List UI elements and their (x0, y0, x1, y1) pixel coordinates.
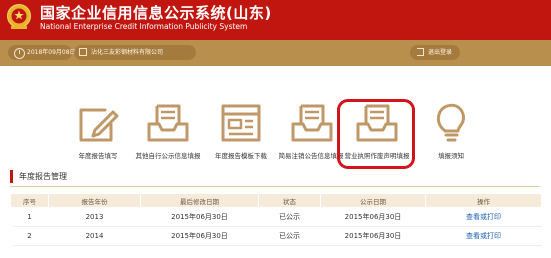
row-index: 2 (10, 226, 49, 246)
tile-other-disclosure[interactable] (145, 100, 191, 146)
report-year: 2013 (48, 207, 141, 227)
column-header: 操作 (425, 193, 542, 208)
last-modified-date: 2015年06月30日 (140, 207, 259, 227)
column-header: 公示日期 (320, 193, 426, 208)
highlight-box (337, 99, 415, 169)
logout-label[interactable]: 退出登录 (428, 47, 452, 56)
lightbulb-icon (436, 103, 465, 142)
inbox-doc-icon (147, 104, 189, 142)
row-index: 1 (10, 207, 49, 227)
column-header: 最后修改日期 (140, 193, 259, 208)
column-header: 报告年份 (48, 193, 141, 208)
last-modified-date: 2015年06月30日 (140, 226, 259, 246)
status: 已公示 (258, 226, 321, 246)
clock-icon (14, 48, 25, 59)
tile-label[interactable]: 年度报告模板下载 (215, 150, 267, 160)
tile-annual-report-fill[interactable] (75, 100, 121, 146)
table-header-row: 序号 报告年份 最后修改日期 状态 公示日期 操作 (10, 193, 542, 208)
current-date: 2018年09月08日 (27, 49, 76, 56)
tile-deregistration[interactable] (289, 100, 335, 146)
tile-filing-notice[interactable] (428, 100, 474, 146)
publish-date: 2015年06月30日 (320, 207, 426, 227)
tile-label[interactable]: 简易注销公告信息填报 (279, 150, 344, 160)
section-divider (10, 186, 540, 187)
inbox-doc-icon (291, 104, 333, 142)
national-emblem-icon (7, 4, 31, 29)
table-row: 2 2014 2015年06月30日 已公示 2015年06月30日 查看或打印 (10, 226, 542, 246)
exit-icon[interactable] (417, 48, 424, 56)
report-year: 2014 (48, 226, 141, 246)
system-title-english: National Enterprise Credit Information P… (40, 22, 248, 31)
company-name: 沾化三友彩钢材料有限公司 (91, 49, 164, 56)
column-header: 序号 (10, 193, 49, 208)
pencil-form-icon (79, 108, 119, 142)
section-title: 年度报告管理 (10, 170, 67, 183)
status: 已公示 (258, 207, 321, 227)
system-title: 国家企业信用信息公示系统(山东) (40, 4, 272, 22)
tile-label[interactable]: 填报须知 (438, 150, 464, 160)
annual-report-table: 序号 报告年份 最后修改日期 状态 公示日期 操作 1 2013 2015年06… (10, 193, 542, 246)
template-doc-icon (221, 104, 261, 142)
publish-date: 2015年06月30日 (320, 226, 426, 246)
tile-label[interactable]: 年度报告填写 (79, 150, 118, 160)
view-print-link[interactable]: 查看或打印 (425, 207, 542, 227)
building-icon (79, 48, 87, 56)
tile-template-download[interactable] (218, 100, 264, 146)
column-header: 状态 (258, 193, 321, 208)
site-header: 国家企业信用信息公示系统(山东) National Enterprise Cre… (0, 0, 551, 40)
user-info-bar: 2018年09月08日 沾化三友彩钢材料有限公司 退出登录 (0, 40, 551, 66)
table-row: 1 2013 2015年06月30日 已公示 2015年06月30日 查看或打印 (10, 207, 542, 227)
view-print-link[interactable]: 查看或打印 (425, 226, 542, 246)
tile-label[interactable]: 其他自行公示信息填报 (136, 150, 201, 160)
